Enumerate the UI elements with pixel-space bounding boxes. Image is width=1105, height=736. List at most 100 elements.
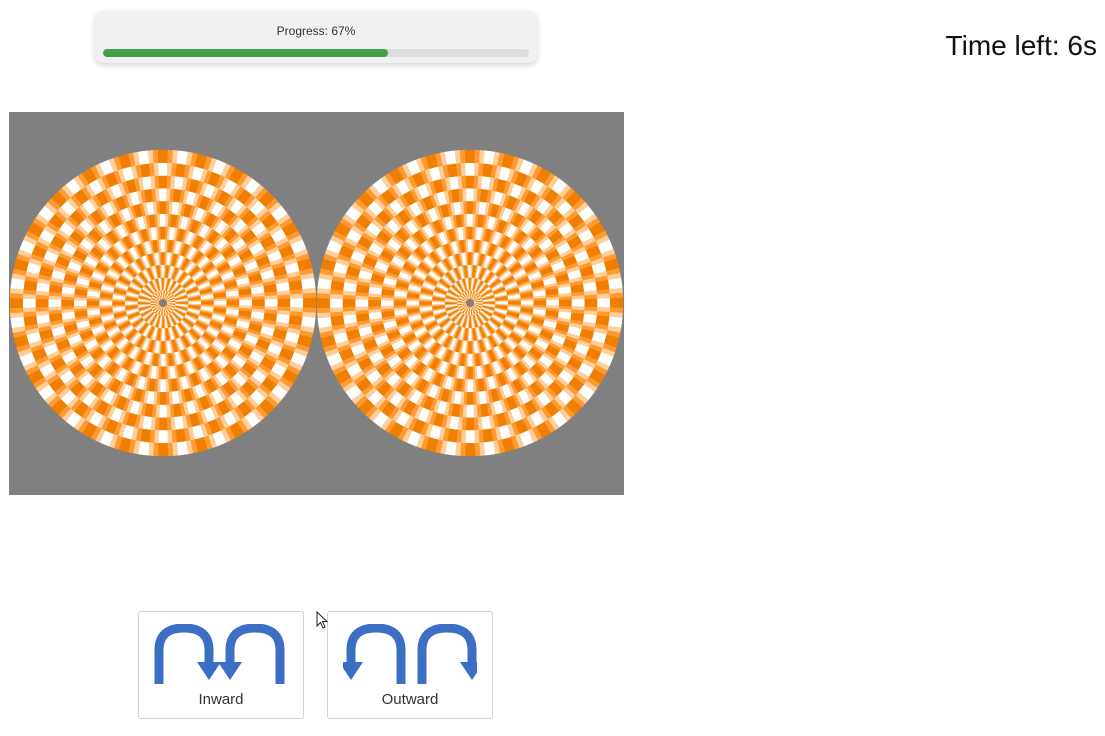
illusion-segment (464, 149, 471, 164)
illusion-segment (461, 175, 467, 189)
illusion-segment (160, 226, 164, 240)
illusion-segment (597, 298, 611, 304)
illusion-segment (474, 442, 481, 457)
illusion-segment (167, 442, 174, 457)
illusion-segment (464, 442, 471, 457)
illusion-segment (466, 188, 471, 202)
illusion-segment (469, 366, 473, 380)
illusion-segment (158, 162, 164, 176)
illusion-segment (35, 302, 49, 308)
illusion-segment (35, 298, 49, 304)
illusion-segment (466, 213, 471, 227)
curved-arrow-shaft (225, 624, 285, 684)
illusion-segment (166, 430, 173, 444)
illusion-segment (558, 299, 573, 304)
curved-arrow-head (460, 662, 477, 680)
illusion-segment (473, 417, 479, 431)
illusion-segment (597, 293, 611, 300)
illusion-segment (162, 341, 165, 355)
illusion-segment (60, 305, 75, 310)
illusion-segment (495, 301, 509, 304)
outward-button[interactable]: Outward (327, 611, 493, 719)
illusion-segment (277, 302, 291, 308)
illusion-disk-right (316, 149, 624, 457)
illusion-segment (355, 306, 369, 311)
illusion-segment (156, 200, 161, 215)
illusion-segment (342, 306, 356, 312)
illusion-segment (469, 149, 476, 164)
illusion-segment (342, 302, 356, 308)
illusion-segment (162, 391, 167, 406)
illusion-segment (159, 188, 164, 202)
illusion-segment (469, 188, 474, 202)
illusion-segment (277, 294, 291, 300)
illusion-segment (162, 175, 168, 189)
illusion-segment (22, 302, 36, 308)
inward-label: Inward (198, 691, 244, 708)
illusion-segment (469, 404, 474, 418)
curved-arrow-head (197, 662, 221, 680)
progress-fill (103, 49, 389, 57)
illusion-segment (467, 239, 471, 253)
illusion-segment (9, 307, 24, 314)
illusion-segment (157, 442, 164, 457)
mouse-cursor-icon (316, 611, 329, 629)
illusion-segment (533, 300, 547, 304)
illusion-segment (508, 301, 522, 304)
illusion-segment (466, 200, 471, 215)
illusion-segment (316, 307, 331, 314)
illusion-segment (342, 298, 356, 304)
illusion-segment (9, 297, 24, 304)
illusion-segment (571, 299, 585, 304)
illusion-segment (239, 299, 253, 304)
illusion-segment (406, 302, 420, 306)
curved-arrow-shaft (346, 624, 406, 684)
illusion-segment (469, 442, 476, 457)
illusion-segment (355, 302, 369, 307)
illusion-segment (226, 300, 240, 304)
illusion-segment (380, 302, 394, 307)
illusion-segment (316, 297, 331, 304)
fixation-dot (159, 299, 167, 307)
illusion-segment (329, 306, 343, 313)
illusion-segment (571, 302, 585, 307)
illusion-segment (165, 391, 170, 406)
illusion-segment (162, 404, 167, 418)
illusion-segment (162, 188, 167, 202)
illusion-segment (73, 302, 87, 307)
illusion-segment (264, 302, 278, 307)
illusion-segment (584, 302, 598, 308)
illusion-segment (155, 188, 160, 202)
illusion-segment (290, 298, 304, 304)
illusion-segment (459, 149, 466, 164)
illusion-segment (466, 404, 471, 418)
illusion-segment (355, 299, 369, 304)
illusion-segment (264, 299, 278, 304)
illusion-segment (162, 430, 168, 444)
illusion-segment (161, 251, 164, 265)
illusion-segment (166, 404, 171, 418)
illusion-segment (302, 292, 317, 299)
illusion-segment (329, 302, 343, 308)
illusion-segment (469, 353, 473, 367)
illusion-segment (473, 430, 480, 444)
illusion-segment (609, 292, 624, 299)
illusion-segment (9, 302, 24, 309)
illusion-segment (469, 162, 475, 176)
illusion-segment (86, 302, 100, 306)
illusion-segment (162, 149, 169, 164)
illusion-segment (367, 305, 382, 310)
illusion-segment (609, 302, 624, 309)
illusion-segment (473, 404, 478, 418)
illusion-segment (162, 417, 168, 431)
curved-arrow-shaft (417, 624, 477, 684)
illusion-segment (393, 302, 407, 306)
inward-button[interactable]: Inward (138, 611, 304, 719)
illusion-segment (472, 391, 477, 406)
illusion-stimulus (9, 112, 624, 495)
illusion-segment (159, 213, 164, 227)
illusion-segment (463, 200, 468, 215)
illusion-segment (302, 302, 317, 309)
curved-arrow-shaft (154, 624, 214, 684)
curved-arrow-head (218, 662, 242, 680)
